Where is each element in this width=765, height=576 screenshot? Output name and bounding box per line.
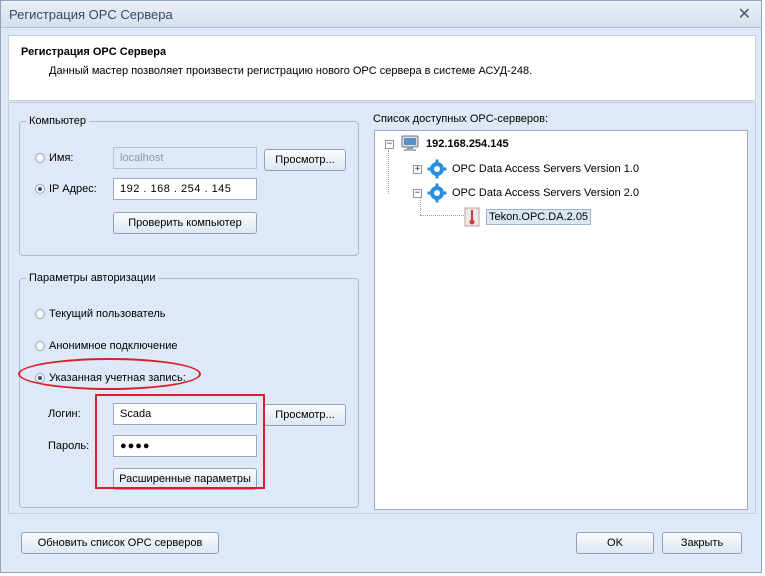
- highlight-ellipse: [18, 358, 201, 390]
- auth-legend: Параметры авторизации: [26, 272, 159, 284]
- tree-root[interactable]: − 192.168.254.145: [385, 135, 509, 153]
- tree-leaf-label[interactable]: Tekon.OPC.DA.2.05: [486, 209, 592, 225]
- window-title: Регистрация OPC Сервера: [9, 7, 173, 22]
- anonymous-label: Анонимное подключение: [49, 340, 178, 352]
- refresh-servers-button[interactable]: Обновить список OPC серверов: [21, 532, 219, 554]
- anonymous-radio[interactable]: [35, 341, 45, 351]
- host-name-input[interactable]: localhost: [113, 147, 257, 169]
- anonymous-radio-row[interactable]: Анонимное подключение: [35, 340, 177, 352]
- computer-group: Компьютер Имя: localhost Просмотр... IP …: [19, 115, 359, 256]
- gear-icon: [427, 159, 447, 179]
- tree-guide-line: [388, 150, 389, 194]
- highlight-box: [95, 394, 265, 489]
- current-user-radio-row[interactable]: Текущий пользователь: [35, 308, 165, 320]
- ip-radio-row[interactable]: IP Адрес:: [35, 183, 97, 195]
- tree-item-label: OPC Data Access Servers Version 2.0: [452, 187, 640, 199]
- password-label: Пароль:: [48, 440, 90, 452]
- name-radio[interactable]: [35, 153, 45, 163]
- expand-icon[interactable]: +: [413, 164, 422, 174]
- tree-root-label: 192.168.254.145: [426, 138, 509, 150]
- browse-computer-button[interactable]: Просмотр...: [264, 149, 346, 171]
- ip-label: IP Адрес:: [49, 183, 97, 195]
- login-label: Логин:: [48, 408, 81, 420]
- current-user-radio[interactable]: [35, 309, 45, 319]
- title-bar[interactable]: Регистрация OPC Сервера ✕: [1, 1, 761, 28]
- collapse-icon[interactable]: −: [385, 139, 394, 149]
- tree-item-label: OPC Data Access Servers Version 1.0: [452, 163, 640, 175]
- wizard-header: Регистрация OPC Сервера Данный мастер по…: [8, 35, 756, 101]
- ok-button[interactable]: OK: [576, 532, 654, 554]
- gear-icon: [427, 183, 447, 203]
- ip-address-input[interactable]: 192 . 168 . 254 . 145: [113, 178, 257, 200]
- ip-radio[interactable]: [35, 184, 45, 194]
- wizard-title: Регистрация OPC Сервера: [21, 46, 167, 58]
- name-label: Имя:: [49, 152, 74, 164]
- computer-icon: [401, 135, 419, 151]
- current-user-label: Текущий пользователь: [49, 308, 166, 320]
- server-tree[interactable]: − 192.168.254.145 + OPC Data Access Serv…: [374, 130, 748, 510]
- dialog-window: Регистрация OPC Сервера ✕ Регистрация OP…: [0, 0, 762, 573]
- close-icon[interactable]: ✕: [738, 4, 751, 24]
- browse-user-button[interactable]: Просмотр...: [264, 404, 346, 426]
- tree-item-da1[interactable]: + OPC Data Access Servers Version 1.0: [413, 159, 639, 179]
- collapse-icon[interactable]: −: [413, 188, 422, 198]
- name-radio-row[interactable]: Имя:: [35, 152, 73, 164]
- tree-item-da2[interactable]: − OPC Data Access Servers Version 2.0: [413, 183, 639, 203]
- server-list-title: Список доступных OPC-серверов:: [373, 113, 549, 125]
- check-computer-button[interactable]: Проверить компьютер: [113, 212, 257, 234]
- tree-guide-line: [420, 215, 464, 216]
- computer-legend: Компьютер: [26, 115, 89, 127]
- thermometer-icon: [464, 207, 480, 227]
- wizard-description: Данный мастер позволяет произвести регис…: [49, 65, 533, 77]
- tree-item-tekon[interactable]: Tekon.OPC.DA.2.05: [463, 207, 592, 227]
- close-button[interactable]: Закрыть: [662, 532, 742, 554]
